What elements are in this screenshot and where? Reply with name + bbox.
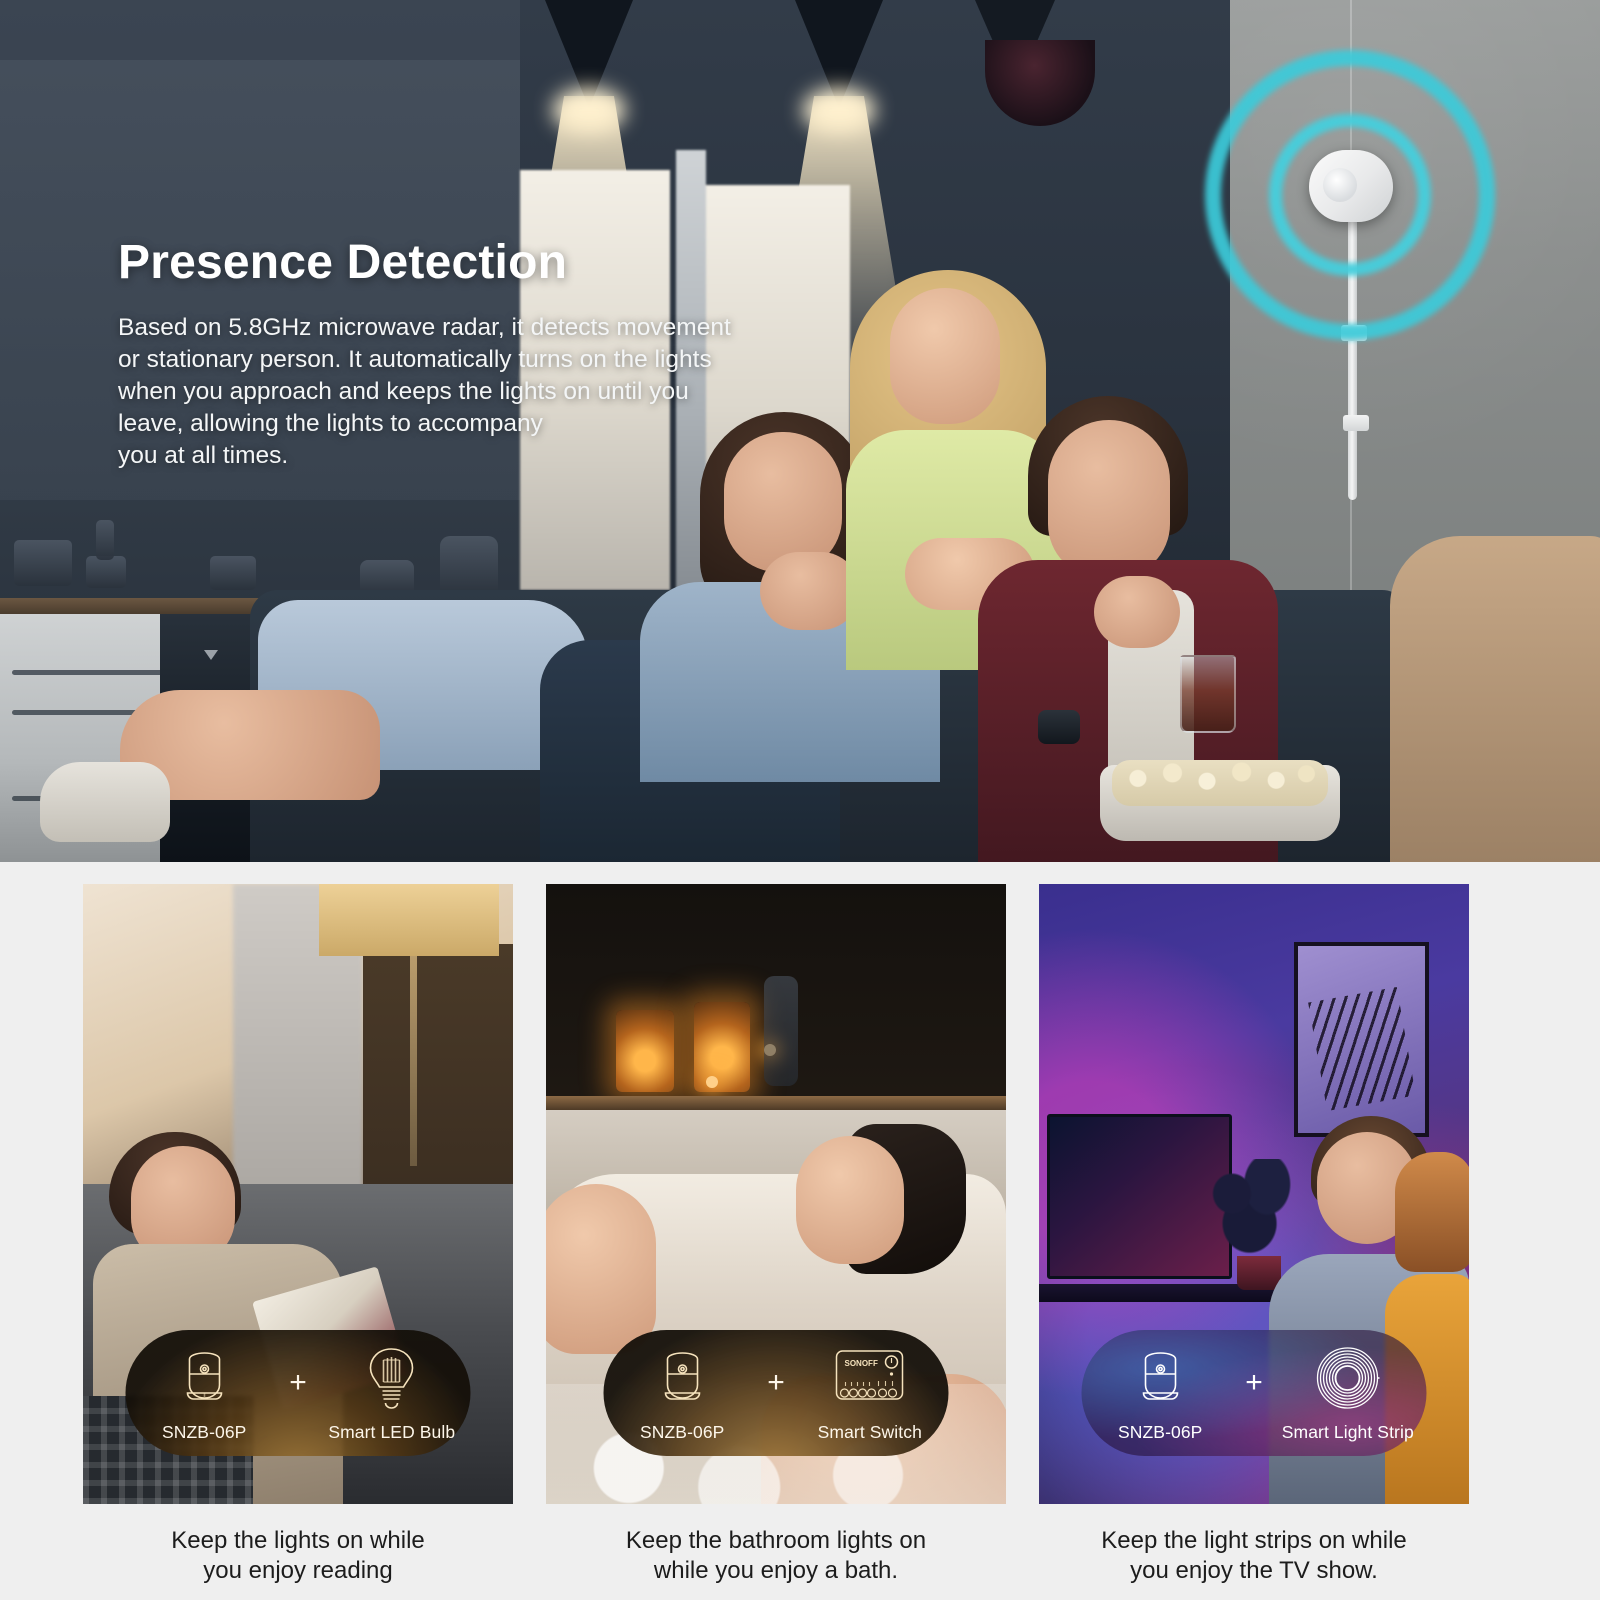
person-sock bbox=[40, 762, 170, 842]
bather-face bbox=[796, 1136, 904, 1264]
badge-sensor-label: SNZB-06P bbox=[1118, 1421, 1203, 1442]
sensor-lens-icon bbox=[1323, 168, 1357, 202]
wall-art-leaf bbox=[1308, 987, 1416, 1111]
use-case-card-reading[interactable]: SNZB-06P + Smart LED Bulb Keep the light… bbox=[83, 884, 513, 1586]
person-right-khaki bbox=[1390, 536, 1600, 862]
kitchen-item bbox=[210, 556, 256, 590]
svg-text:SONOFF: SONOFF bbox=[845, 1359, 878, 1368]
window-ledge bbox=[546, 1096, 1006, 1110]
card-caption: Keep the lights on while you enjoy readi… bbox=[83, 1526, 513, 1586]
use-case-card-row: SNZB-06P + Smart LED Bulb Keep the light… bbox=[83, 884, 1469, 1586]
card-photo-bath: SNZB-06P + SONOFF Smart Switch bbox=[546, 884, 1006, 1504]
hero-line: you at all times. bbox=[118, 441, 289, 469]
light-strip-coil-icon bbox=[1316, 1344, 1380, 1412]
presence-sensor-icon bbox=[179, 1344, 229, 1412]
badge-partner-label: Smart Switch bbox=[817, 1421, 922, 1442]
card-caption: Keep the light strips on while you enjoy… bbox=[1039, 1526, 1469, 1586]
badge-sensor-label: SNZB-06P bbox=[640, 1421, 725, 1442]
badge-partner-label: Smart Light Strip bbox=[1281, 1421, 1414, 1442]
badge-sensor: SNZB-06P bbox=[1101, 1344, 1219, 1443]
man-face bbox=[1048, 420, 1170, 578]
hero-copy: Presence Detection Based on 5.8GHz micro… bbox=[118, 236, 818, 472]
presence-sensor-icon bbox=[657, 1344, 707, 1412]
product-pairing-badge: SNZB-06P + SONOFF Smart Switch bbox=[603, 1330, 949, 1456]
kitchen-appliance bbox=[440, 536, 498, 598]
badge-partner: Smart Light Strip bbox=[1282, 1344, 1414, 1443]
candle bbox=[616, 1010, 674, 1092]
man-hand-popcorn bbox=[1094, 576, 1180, 648]
badge-partner: SONOFF Smart Switch bbox=[811, 1344, 929, 1443]
hero-line: Based on 5.8GHz microwave radar, it dete… bbox=[118, 314, 731, 342]
caption-line: while you enjoy a bath. bbox=[653, 1557, 899, 1585]
man-watch bbox=[1038, 710, 1080, 744]
hero-line: leave, allowing the lights to accompany bbox=[118, 409, 543, 437]
badge-sensor: SNZB-06P bbox=[145, 1344, 263, 1443]
kitchen-item bbox=[96, 520, 114, 560]
caption-line: Keep the bathroom lights on bbox=[625, 1527, 927, 1554]
card-caption: Keep the bathroom lights on while you en… bbox=[546, 1526, 1006, 1586]
product-pairing-badge: SNZB-06P + bbox=[1081, 1330, 1427, 1456]
badge-partner-label: Smart LED Bulb bbox=[328, 1421, 456, 1442]
floor-lamp-pole bbox=[410, 956, 417, 1166]
product-feature-page: Presence Detection Based on 5.8GHz micro… bbox=[0, 0, 1600, 1600]
card-photo-reading: SNZB-06P + Smart LED Bulb bbox=[83, 884, 513, 1504]
badge-sensor: SNZB-06P bbox=[623, 1344, 741, 1443]
candle bbox=[694, 1002, 750, 1092]
plus-icon: + bbox=[1245, 1365, 1263, 1399]
hero-line: when you approach and keeps the lights o… bbox=[118, 378, 689, 406]
led-bulb-icon bbox=[366, 1344, 418, 1412]
plant-pot bbox=[1237, 1256, 1281, 1290]
floor-lamp-shade bbox=[319, 884, 499, 956]
drinking-glass bbox=[1180, 655, 1236, 733]
hero-section: Presence Detection Based on 5.8GHz micro… bbox=[0, 0, 1600, 862]
woman-hair bbox=[1395, 1152, 1469, 1272]
hero-line: or stationary person. It automatically t… bbox=[118, 346, 712, 374]
candle-spark bbox=[706, 1076, 718, 1088]
caption-line: you enjoy reading bbox=[203, 1557, 393, 1585]
popcorn bbox=[1112, 760, 1328, 806]
badge-sensor-label: SNZB-06P bbox=[162, 1421, 247, 1442]
use-case-card-tv[interactable]: SNZB-06P + Smart Light Strip Keep the li… bbox=[1039, 884, 1469, 1586]
kitchen-item bbox=[14, 540, 72, 586]
badge-partner: Smart LED Bulb bbox=[328, 1344, 455, 1443]
smart-switch-icon: SONOFF bbox=[834, 1344, 906, 1412]
woman-front-hand bbox=[760, 552, 860, 630]
caption-line: Keep the lights on while bbox=[171, 1527, 425, 1554]
bottle bbox=[764, 976, 798, 1086]
plus-icon: + bbox=[767, 1365, 785, 1399]
plus-icon: + bbox=[289, 1365, 307, 1399]
caption-line: you enjoy the TV show. bbox=[1130, 1557, 1378, 1585]
use-case-card-bath[interactable]: SNZB-06P + SONOFF Smart Switch Keep the … bbox=[546, 884, 1006, 1586]
presence-sensor-icon bbox=[1135, 1344, 1185, 1412]
card-photo-tv: SNZB-06P + Smart Light Strip bbox=[1039, 884, 1469, 1504]
page-title: Presence Detection bbox=[118, 236, 568, 289]
hero-description: Based on 5.8GHz microwave radar, it dete… bbox=[118, 312, 778, 471]
use-case-section: SNZB-06P + Smart LED Bulb Keep the light… bbox=[0, 862, 1600, 1600]
caption-line: Keep the light strips on while bbox=[1101, 1527, 1407, 1554]
woman-back-face bbox=[890, 288, 1000, 424]
bather-knee bbox=[546, 1184, 656, 1354]
product-pairing-badge: SNZB-06P + bbox=[125, 1330, 471, 1456]
cable-clip bbox=[1343, 415, 1369, 431]
presence-sensor-device bbox=[1205, 50, 1495, 340]
kitchen-item bbox=[86, 556, 126, 588]
